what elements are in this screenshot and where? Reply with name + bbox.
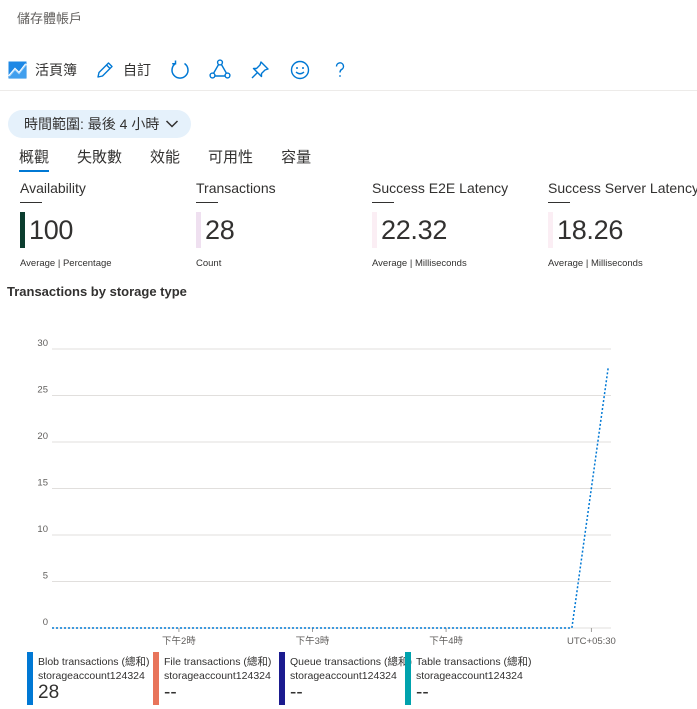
y-tick-label: 0 (43, 617, 48, 628)
customize-label: 自訂 (123, 62, 151, 78)
workbook-label: 活頁簿 (35, 62, 77, 78)
feedback-button[interactable] (289, 56, 311, 84)
chart-legend: Blob transactions (總和) storageaccount124… (0, 652, 697, 709)
customize-button[interactable]: 自訂 (95, 56, 151, 84)
legend-series-value: 28 (38, 682, 60, 703)
tab-capacity[interactable]: 容量 (281, 146, 311, 172)
pin-icon (249, 59, 271, 81)
legend-swatch (405, 652, 411, 705)
legend-series-name: Blob transactions (總和) (38, 656, 150, 668)
tab-overview[interactable]: 概觀 (19, 146, 50, 172)
legend-item-table[interactable]: Table transactions (總和) storageaccount12… (405, 652, 532, 705)
y-tick-label: 10 (37, 524, 48, 535)
legend-series-name: Queue transactions (總和) (290, 656, 412, 668)
legend-swatch (153, 652, 159, 705)
metric-color-bar (548, 212, 553, 248)
metric-value: 28 (205, 214, 235, 245)
metric-title: Availability (20, 180, 86, 196)
share-icon (209, 59, 231, 81)
x-tick-label: 下午3時 (296, 635, 330, 647)
metric-color-bar (20, 212, 25, 248)
time-range-picker[interactable]: 時間範圍: 最後 4 小時 (8, 110, 192, 138)
metric-divider (548, 202, 570, 203)
tab-failures[interactable]: 失敗數 (77, 146, 122, 172)
breadcrumb[interactable]: 儲存體帳戶 (17, 8, 82, 27)
legend-series-resource: storageaccount124324 (164, 670, 271, 682)
metric-availability[interactable]: Availability 100 Average | Percentage (20, 180, 196, 269)
metric-value: 18.26 (557, 214, 624, 245)
x-tick-label: 下午4時 (429, 635, 463, 647)
x-tick-label: UTC+05:30 (567, 636, 616, 647)
question-icon (329, 59, 351, 81)
legend-series-resource: storageaccount124324 (38, 670, 145, 682)
metric-value: 22.32 (381, 214, 448, 245)
legend-swatch (279, 652, 285, 705)
metric-subtitle: Count (196, 258, 222, 269)
legend-series-value: -- (164, 682, 177, 703)
tab-bar: 概觀 失敗數 效能 可用性 容量 (19, 146, 339, 172)
metric-success-server-latency[interactable]: Success Server Latency 18.26 Average | M… (548, 180, 697, 269)
pin-button[interactable] (249, 56, 271, 84)
tab-performance[interactable]: 效能 (150, 146, 180, 172)
metric-color-bar (372, 212, 377, 248)
metric-success-e2e-latency[interactable]: Success E2E Latency 22.32 Average | Mill… (372, 180, 548, 269)
metric-color-bar (196, 212, 201, 248)
smiley-icon (289, 59, 311, 81)
time-range-label: 時間範圍: 最後 4 小時 (24, 116, 160, 132)
metric-subtitle: Average | Percentage (20, 258, 112, 269)
legend-item-file[interactable]: File transactions (總和) storageaccount124… (153, 652, 271, 705)
series-line (52, 367, 609, 629)
y-tick-label: 25 (37, 385, 48, 396)
y-tick-label: 15 (37, 478, 48, 489)
metric-divider (196, 202, 218, 203)
pencil-icon (95, 60, 115, 80)
help-button[interactable] (329, 56, 351, 84)
legend-series-name: File transactions (總和) (164, 656, 272, 668)
metric-title: Success Server Latency (548, 180, 697, 196)
metric-divider (20, 202, 42, 203)
legend-series-name: Table transactions (總和) (416, 656, 532, 668)
legend-series-value: -- (416, 682, 429, 703)
legend-series-resource: storageaccount124324 (290, 670, 397, 682)
metric-value: 100 (29, 214, 74, 245)
legend-item-queue[interactable]: Queue transactions (總和) storageaccount12… (279, 652, 412, 705)
metric-subtitle: Average | Milliseconds (548, 258, 643, 269)
legend-swatch (27, 652, 33, 705)
transactions-chart[interactable]: 30 25 20 15 10 5 0 下午2時 下午3時 下午4時 UTC+05:30 (0, 330, 697, 648)
workbook-icon (8, 61, 27, 79)
tab-availability[interactable]: 可用性 (208, 146, 253, 172)
y-tick-label: 20 (37, 431, 48, 442)
metric-title: Success E2E Latency (372, 180, 509, 196)
metric-title: Transactions (196, 180, 276, 196)
toolbar: 活頁簿 自訂 (8, 56, 369, 84)
legend-item-blob[interactable]: Blob transactions (總和) storageaccount124… (27, 652, 149, 705)
metric-divider (372, 202, 394, 203)
workbook-button[interactable]: 活頁簿 (8, 56, 77, 84)
y-tick-label: 30 (37, 338, 48, 349)
legend-series-value: -- (290, 682, 303, 703)
refresh-icon (169, 59, 191, 81)
legend-series-resource: storageaccount124324 (416, 670, 523, 682)
x-tick-label: 下午2時 (162, 635, 196, 647)
metric-subtitle: Average | Milliseconds (372, 258, 467, 269)
toolbar-divider (0, 90, 697, 91)
chart-title: Transactions by storage type (7, 284, 187, 299)
y-tick-label: 5 (43, 571, 48, 582)
chevron-down-icon (159, 116, 179, 132)
refresh-button[interactable] (169, 56, 191, 84)
metric-transactions[interactable]: Transactions 28 Count (196, 180, 372, 269)
share-button[interactable] (209, 56, 231, 84)
